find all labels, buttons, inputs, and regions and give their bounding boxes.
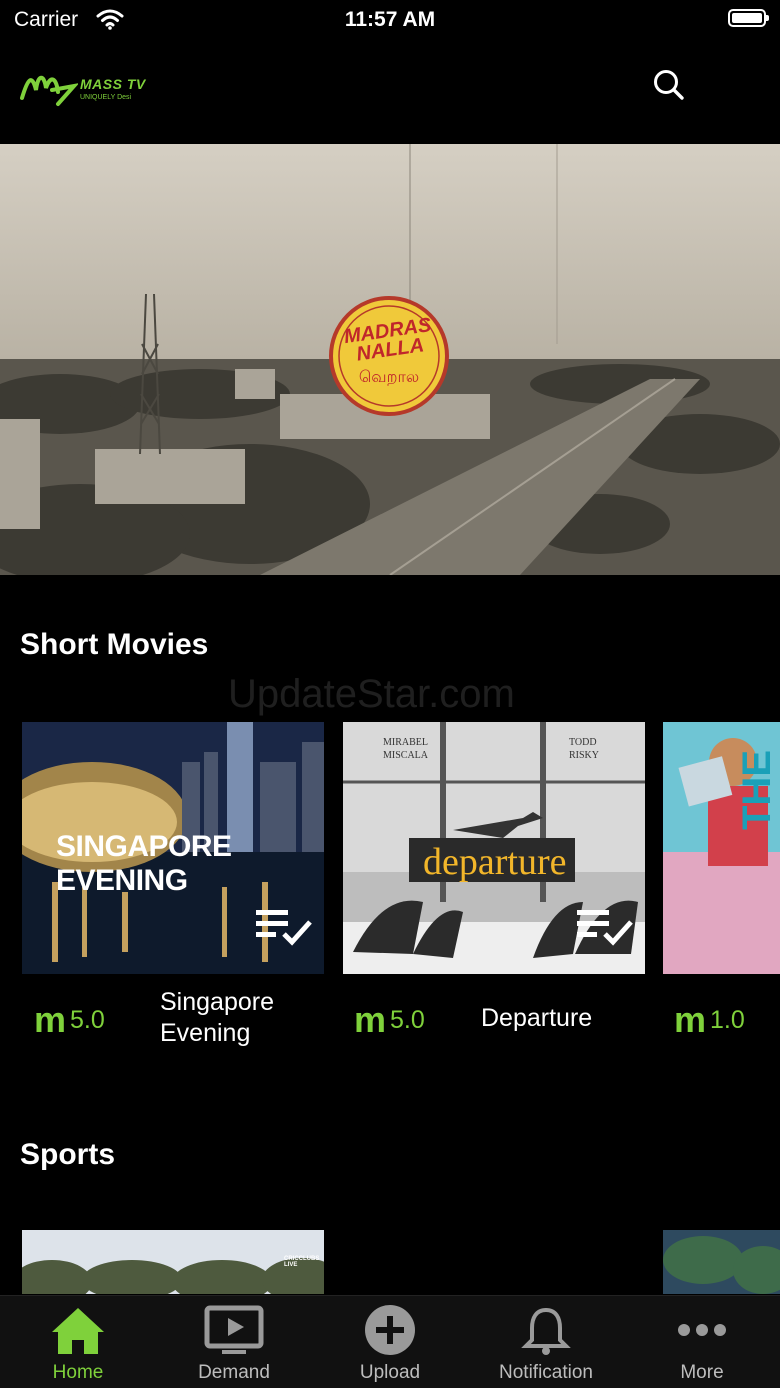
m-rating-icon: m	[354, 999, 386, 1040]
sports-thumbnail	[22, 1230, 324, 1294]
sports-thumbnail	[663, 1230, 780, 1294]
sports-thumb-caption: CRICCLUBS LIVE	[284, 1256, 320, 1268]
logo-tagline: UNIQUELY Desi	[80, 94, 132, 101]
hero-banner[interactable]: MADRAS NALLA வெறால	[0, 144, 780, 575]
app-logo[interactable]: MASS TV UNIQUELY Desi	[18, 68, 168, 112]
plus-circle-icon	[365, 1305, 415, 1355]
sports-card-partial[interactable]	[663, 1230, 780, 1294]
rating-badge: m 5.0	[354, 1002, 425, 1038]
movie-title-line: Singapore	[160, 988, 274, 1016]
logo-text: MASS TV	[80, 76, 146, 92]
tab-label: Notification	[499, 1362, 593, 1383]
poster-caption: departure	[423, 841, 567, 883]
search-icon	[654, 70, 684, 100]
rating-value: 1.0	[710, 1005, 745, 1034]
poster-caption: SINGAPORE EVENING	[56, 830, 232, 897]
hero-badge-subtext: வெறால	[358, 369, 420, 386]
search-button[interactable]	[650, 66, 690, 106]
tab-demand[interactable]: Demand	[156, 1296, 312, 1388]
battery-icon	[728, 9, 769, 27]
watermark-text: UpdateStar.com	[228, 672, 515, 716]
bell-icon	[521, 1307, 571, 1355]
m-rating-icon: m	[34, 999, 66, 1040]
tab-label: Home	[52, 1362, 104, 1383]
tab-label: More	[680, 1362, 724, 1383]
poster-caption: THE	[735, 750, 779, 830]
m-rating-icon: m	[674, 999, 706, 1040]
playlist-added-icon[interactable]	[575, 906, 635, 948]
rating-badge: m 1.0	[674, 1002, 745, 1038]
tab-home[interactable]: Home	[0, 1296, 156, 1388]
tab-notification[interactable]: Notification	[468, 1296, 624, 1388]
movie-title[interactable]: Departure	[481, 1003, 592, 1034]
sports-card[interactable]: CRICCLUBS LIVE	[22, 1230, 324, 1294]
playlist-added-icon[interactable]	[254, 906, 314, 948]
movie-card-singapore-evening[interactable]: SINGAPORE EVENING	[22, 722, 324, 974]
tab-upload[interactable]: Upload	[312, 1296, 468, 1388]
rating-badge: m 5.0	[34, 1002, 105, 1038]
bottom-tab-bar: Home Demand Upload Notification More	[0, 1295, 780, 1388]
more-dots-icon	[678, 1324, 726, 1336]
movie-title-line: Evening	[160, 1019, 251, 1047]
clock-time: 11:57 AM	[344, 8, 436, 31]
logo-mark-icon	[20, 75, 78, 106]
home-icon	[52, 1308, 104, 1354]
rating-value: 5.0	[70, 1005, 105, 1034]
tab-label: Upload	[359, 1362, 421, 1383]
tab-label: Demand	[198, 1362, 270, 1383]
section-title-short-movies: Short Movies	[20, 628, 209, 661]
rating-value: 5.0	[390, 1005, 425, 1034]
app-header: MASS TV UNIQUELY Desi	[0, 44, 780, 144]
poster-credit-right: TODD RISKY	[569, 737, 600, 761]
tab-more[interactable]: More	[624, 1296, 780, 1388]
movie-card-departure[interactable]: MIRABEL MISCALA TODD RISKY departure	[343, 722, 645, 974]
movie-title[interactable]: Singapore Evening	[160, 987, 274, 1049]
section-title-sports: Sports	[20, 1138, 116, 1171]
status-bar: Carrier 11:57 AM	[0, 0, 780, 44]
poster-credit-left: MIRABEL MISCALA	[383, 737, 429, 761]
movie-card-partial[interactable]: THE	[663, 722, 780, 974]
tv-play-icon	[204, 1305, 264, 1354]
